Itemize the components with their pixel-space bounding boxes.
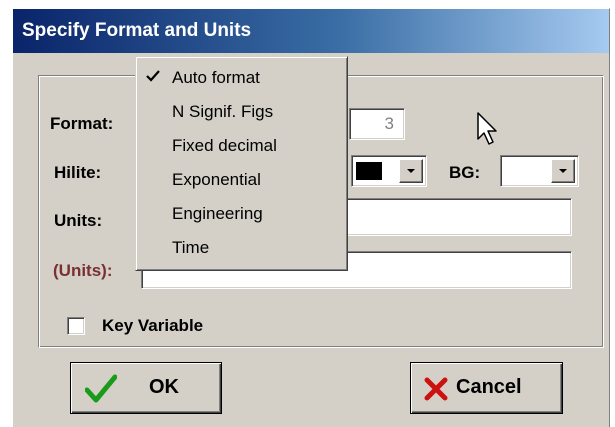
menu-item-exponential[interactable]: Exponential	[139, 163, 344, 197]
bg-color-dropdown[interactable]	[500, 155, 579, 187]
ok-button[interactable]: OK	[70, 362, 222, 414]
bg-color-swatch	[505, 162, 531, 180]
bg-dropdown-button[interactable]	[551, 159, 575, 183]
key-variable-label[interactable]: Key Variable	[102, 316, 203, 336]
title-bar[interactable]: Specify Format and Units	[13, 9, 609, 53]
dialog-title: Specify Format and Units	[22, 20, 252, 41]
check-icon	[146, 70, 160, 82]
menu-item-label: Exponential	[172, 170, 261, 189]
cancel-label: Cancel	[456, 376, 522, 398]
format-label: Format:	[50, 114, 114, 133]
hilite-dropdown-button[interactable]	[399, 159, 423, 183]
units-paren-label: (Units):	[53, 261, 113, 280]
bg-label: BG:	[449, 163, 481, 182]
menu-item-time[interactable]: Time	[139, 231, 344, 265]
hilite-color-swatch	[356, 162, 382, 180]
menu-item-label: Time	[172, 238, 210, 257]
menu-item-fixed-decimal[interactable]: Fixed decimal	[139, 129, 344, 163]
sig-figs-field[interactable]: 3	[349, 108, 405, 140]
chevron-down-icon	[559, 169, 567, 173]
hilite-label: Hilite:	[54, 163, 102, 182]
menu-item-engineering[interactable]: Engineering	[139, 197, 344, 231]
ok-label: OK	[149, 376, 179, 398]
hilite-color-dropdown[interactable]	[351, 155, 427, 187]
menu-item-label: Auto format	[172, 68, 260, 87]
menu-item-auto-format[interactable]: Auto format	[139, 61, 344, 95]
cancel-button[interactable]: Cancel	[410, 362, 563, 414]
menu-item-label: Engineering	[172, 204, 263, 223]
checkmark-icon	[85, 374, 117, 403]
chevron-down-icon	[407, 169, 415, 173]
units-label: Units:	[54, 211, 103, 230]
close-icon	[424, 377, 448, 401]
menu-item-label: Fixed decimal	[172, 136, 277, 155]
mouse-pointer-icon	[477, 112, 497, 145]
menu-item-label: N Signif. Figs	[172, 102, 274, 121]
key-variable-checkbox[interactable]	[67, 317, 85, 335]
sig-figs-value: 3	[384, 114, 394, 133]
menu-item-n-signif-figs[interactable]: N Signif. Figs	[139, 95, 344, 129]
format-menu: Auto format N Signif. Figs Fixed decimal…	[135, 56, 348, 271]
